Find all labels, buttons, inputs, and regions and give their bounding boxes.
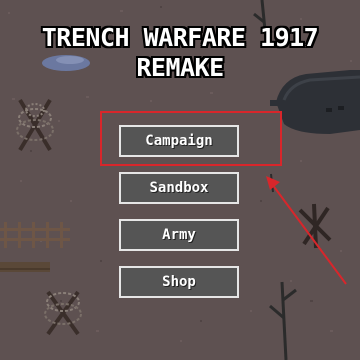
game-title-line-1: TRENCH WARFARE 1917 bbox=[41, 23, 319, 52]
shop-button[interactable]: Shop bbox=[119, 266, 239, 298]
annotation-arrow bbox=[266, 176, 347, 285]
game-title-line-2: REMAKE bbox=[136, 53, 224, 82]
dead-tree-icon bbox=[269, 281, 297, 360]
army-button[interactable]: Army bbox=[119, 219, 239, 251]
barbed-wire-icon bbox=[44, 290, 82, 336]
wooden-fence-icon bbox=[0, 222, 70, 272]
annotation-highlight-box bbox=[100, 111, 282, 166]
game-screen: TRENCH WARFARE 1917 REMAKE Campaign Sand… bbox=[0, 0, 360, 360]
barbed-wire-icon bbox=[16, 98, 54, 152]
sandbox-button[interactable]: Sandbox bbox=[119, 172, 239, 204]
